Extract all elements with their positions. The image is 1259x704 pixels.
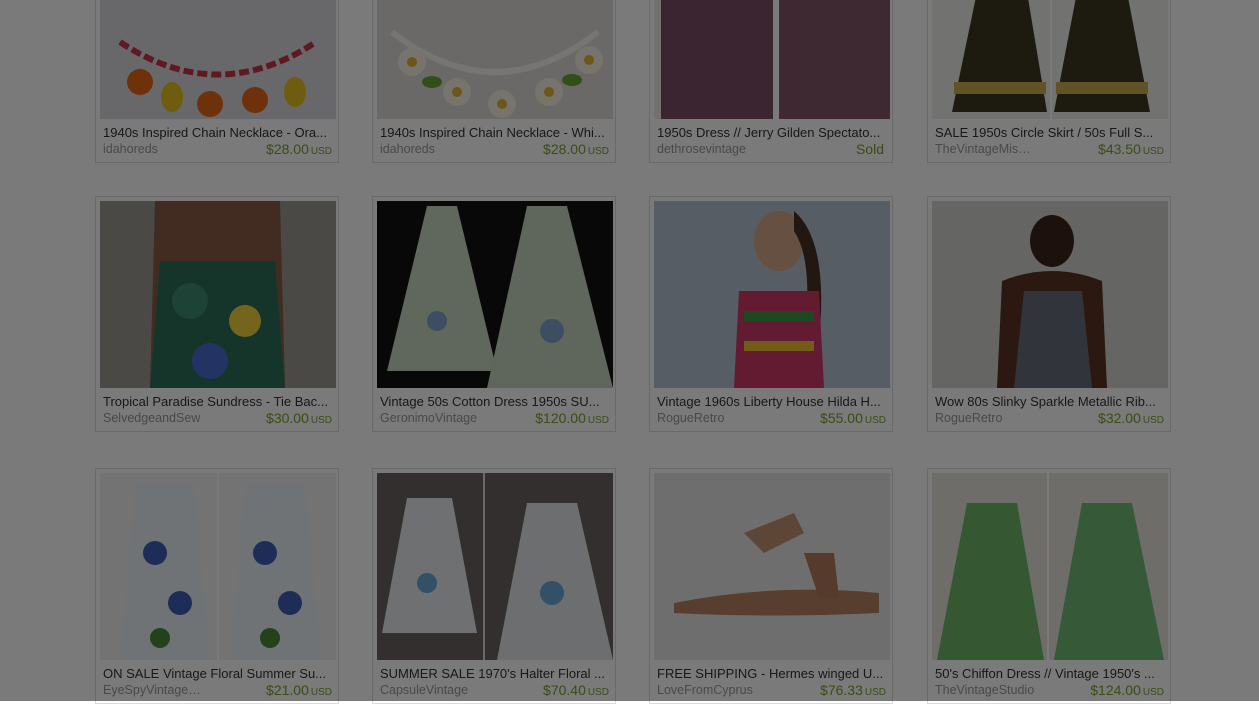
listing-card[interactable]: Wow 80s Slinky Sparkle Metallic Rib... R… bbox=[927, 196, 1171, 432]
price-value: $32.00 bbox=[1098, 410, 1141, 426]
listing-card[interactable]: ON SALE Vintage Floral Summer Su... EyeS… bbox=[95, 468, 339, 704]
listing-price: $28.00 USD bbox=[543, 141, 609, 157]
listing-card[interactable]: Tropical Paradise Sundress - Tie Bac... … bbox=[95, 196, 339, 432]
price-value: $28.00 bbox=[543, 141, 586, 157]
listing-title[interactable]: FREE SHIPPING - Hermes winged U... bbox=[657, 666, 887, 681]
listing-title[interactable]: 1940s Inspired Chain Necklace - Ora... bbox=[103, 125, 333, 140]
listing-shop[interactable]: RogueRetro bbox=[657, 411, 762, 425]
price-value: $124.00 bbox=[1090, 682, 1141, 698]
price-value: $120.00 bbox=[535, 410, 586, 426]
listing-card[interactable]: Vintage 1960s Liberty House Hilda H... R… bbox=[649, 196, 893, 432]
price-currency: USD bbox=[587, 146, 609, 157]
price-currency: USD bbox=[587, 687, 609, 698]
listing-card[interactable]: 1950s Dress // Jerry Gilden Spectato... … bbox=[649, 0, 893, 163]
listing-shop[interactable]: RogueRetro bbox=[935, 411, 1040, 425]
listing-card[interactable]: Vintage 50s Cotton Dress 1950s SU... Ger… bbox=[372, 196, 616, 432]
listing-shop[interactable]: SelvedgeandSew bbox=[103, 411, 208, 425]
price-currency: USD bbox=[310, 415, 332, 426]
listing-image[interactable] bbox=[377, 201, 613, 388]
listing-image[interactable] bbox=[100, 0, 336, 119]
listing-image[interactable] bbox=[654, 0, 890, 119]
listing-price: $32.00 USD bbox=[1098, 410, 1164, 426]
listing-image[interactable] bbox=[377, 0, 613, 119]
listing-price: $76.33 USD bbox=[820, 682, 886, 698]
listing-price: $30.00 USD bbox=[266, 410, 332, 426]
listing-shop[interactable]: idahoreds bbox=[103, 142, 208, 156]
price-value: Sold bbox=[855, 141, 884, 157]
listing-image[interactable] bbox=[377, 473, 613, 660]
listing-shop[interactable]: LoveFromCyprus bbox=[657, 683, 762, 697]
price-currency: USD bbox=[310, 146, 332, 157]
price-currency: USD bbox=[864, 687, 886, 698]
listing-card[interactable]: 1940s Inspired Chain Necklace - Whi... i… bbox=[372, 0, 616, 163]
price-currency: USD bbox=[864, 415, 886, 426]
listing-grid: 1940s Inspired Chain Necklace - Ora... i… bbox=[0, 0, 1259, 704]
listing-image[interactable] bbox=[932, 0, 1168, 119]
price-value: $70.40 bbox=[543, 682, 586, 698]
listing-title[interactable]: SALE 1950s Circle Skirt / 50s Full S... bbox=[935, 125, 1165, 140]
listing-title[interactable]: Vintage 1960s Liberty House Hilda H... bbox=[657, 394, 887, 409]
listing-title[interactable]: Wow 80s Slinky Sparkle Metallic Rib... bbox=[935, 394, 1165, 409]
listing-title[interactable]: SUMMER SALE 1970's Halter Floral ... bbox=[380, 666, 610, 681]
listing-image[interactable] bbox=[932, 473, 1168, 660]
listing-title[interactable]: 1940s Inspired Chain Necklace - Whi... bbox=[380, 125, 610, 140]
listing-card[interactable]: SALE 1950s Circle Skirt / 50s Full S... … bbox=[927, 0, 1171, 163]
listing-title[interactable]: ON SALE Vintage Floral Summer Su... bbox=[103, 666, 333, 681]
price-value: $55.00 bbox=[820, 410, 863, 426]
listing-price: $70.40 USD bbox=[543, 682, 609, 698]
listing-price: $28.00 USD bbox=[266, 141, 332, 157]
listing-image[interactable] bbox=[654, 473, 890, 660]
listing-image[interactable] bbox=[100, 201, 336, 388]
listing-card[interactable]: 50's Chiffon Dress // Vintage 1950's ...… bbox=[927, 468, 1171, 704]
price-currency: USD bbox=[310, 687, 332, 698]
listing-price: $43.50 USD bbox=[1098, 141, 1164, 157]
listing-price: $124.00 USD bbox=[1090, 682, 1164, 698]
price-value: $43.50 bbox=[1098, 141, 1141, 157]
listing-shop[interactable]: CapsuleVintage bbox=[380, 683, 485, 697]
listing-price: Sold bbox=[856, 141, 886, 157]
listing-title[interactable]: Vintage 50s Cotton Dress 1950s SU... bbox=[380, 394, 610, 409]
listing-shop[interactable]: idahoreds bbox=[380, 142, 485, 156]
listing-price: $55.00 USD bbox=[820, 410, 886, 426]
listing-shop[interactable]: GeronimoVintage bbox=[380, 411, 485, 425]
listing-shop[interactable]: EyeSpyVintage… bbox=[103, 683, 208, 697]
listing-title[interactable]: 50's Chiffon Dress // Vintage 1950's ... bbox=[935, 666, 1165, 681]
listing-card[interactable]: FREE SHIPPING - Hermes winged U... LoveF… bbox=[649, 468, 893, 704]
listing-card[interactable]: SUMMER SALE 1970's Halter Floral ... Cap… bbox=[372, 468, 616, 704]
listing-shop[interactable]: dethrosevintage bbox=[657, 142, 762, 156]
listing-card[interactable]: 1940s Inspired Chain Necklace - Ora... i… bbox=[95, 0, 339, 163]
price-value: $30.00 bbox=[266, 410, 309, 426]
price-currency: USD bbox=[1142, 415, 1164, 426]
listing-price: $21.00 USD bbox=[266, 682, 332, 698]
listing-title[interactable]: Tropical Paradise Sundress - Tie Bac... bbox=[103, 394, 333, 409]
price-currency: USD bbox=[1142, 146, 1164, 157]
listing-title[interactable]: 1950s Dress // Jerry Gilden Spectato... bbox=[657, 125, 887, 140]
listing-price: $120.00 USD bbox=[535, 410, 609, 426]
listing-image[interactable] bbox=[932, 201, 1168, 388]
price-currency: USD bbox=[587, 415, 609, 426]
listing-image[interactable] bbox=[654, 201, 890, 388]
price-value: $28.00 bbox=[266, 141, 309, 157]
price-value: $21.00 bbox=[266, 682, 309, 698]
listing-shop[interactable]: TheVintageStudio bbox=[935, 683, 1040, 697]
price-value: $76.33 bbox=[820, 682, 863, 698]
listing-shop[interactable]: TheVintageMis… bbox=[935, 142, 1040, 156]
listing-image[interactable] bbox=[100, 473, 336, 660]
price-currency: USD bbox=[1142, 687, 1164, 698]
